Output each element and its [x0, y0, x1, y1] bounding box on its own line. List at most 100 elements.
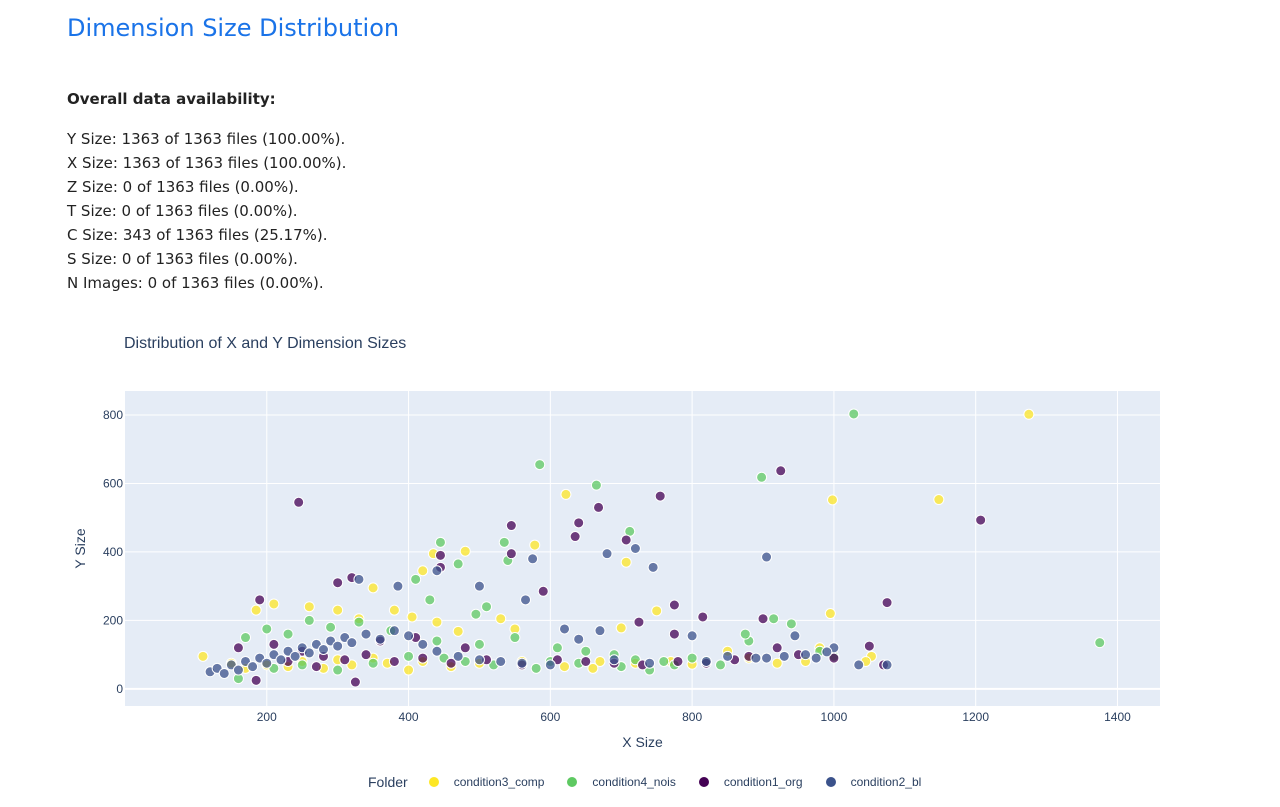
data-point [590, 479, 602, 491]
data-point [388, 655, 400, 667]
legend-item[interactable]: condition3_comp [427, 775, 544, 789]
data-point [254, 594, 266, 606]
data-point [697, 611, 709, 623]
y-tick-label: 800 [103, 408, 123, 422]
data-point [573, 517, 585, 529]
data-point [853, 659, 865, 671]
data-point [452, 625, 464, 637]
data-point [520, 594, 532, 606]
data-point [516, 657, 528, 669]
data-point [240, 632, 252, 644]
data-point [349, 676, 361, 688]
data-point [629, 543, 641, 554]
data-point [481, 601, 493, 613]
scatter-chart[interactable]: 200 400 600 800 1000 1200 1400 0 200 400 600 800 X S… [0, 0, 1280, 807]
data-point [473, 580, 485, 592]
data-point [1023, 408, 1035, 420]
data-point [771, 642, 783, 654]
data-point [615, 622, 627, 634]
legend-item[interactable]: condition1_org [697, 775, 803, 789]
legend-item[interactable]: condition2_bl [824, 775, 922, 789]
data-point [332, 664, 344, 676]
data-point [250, 604, 262, 616]
data-point [654, 490, 666, 502]
data-point [232, 642, 244, 654]
data-point [551, 642, 563, 654]
y-tick-label: 400 [103, 545, 123, 559]
data-point [353, 616, 365, 628]
y-tick-label: 200 [103, 613, 123, 627]
legend-marker-icon [824, 776, 837, 788]
x-tick-label: 200 [257, 710, 277, 724]
data-point [559, 623, 571, 635]
data-point [325, 621, 337, 633]
data-point [933, 494, 945, 506]
data-point [417, 652, 429, 664]
data-point [367, 657, 379, 669]
data-point [785, 618, 797, 630]
data-point [388, 625, 400, 637]
data-point [778, 650, 790, 662]
legend-label: condition2_bl [850, 775, 922, 789]
legend-label: condition1_org [723, 775, 803, 789]
data-point [367, 582, 379, 594]
chart-legend: Folder condition3_comp condition4_nois c… [368, 774, 943, 790]
data-point [756, 471, 768, 483]
data-point [434, 549, 446, 561]
data-point [360, 649, 372, 661]
data-point [473, 638, 485, 650]
data-point [601, 548, 613, 560]
data-point [644, 657, 656, 669]
data-point [403, 664, 415, 676]
y-tick-label: 0 [116, 682, 123, 696]
data-point [700, 655, 712, 667]
data-point [824, 608, 836, 620]
data-point [848, 408, 860, 420]
y-tick-label: 600 [103, 476, 123, 490]
data-point [410, 573, 422, 585]
x-tick-label: 800 [682, 710, 702, 724]
data-point [275, 654, 287, 666]
data-point [810, 652, 822, 664]
data-point [498, 536, 510, 548]
legend-marker-icon [697, 776, 710, 788]
data-point [800, 649, 812, 661]
data-point [424, 594, 436, 606]
data-point [218, 667, 230, 679]
data-point [761, 551, 773, 563]
data-point [417, 638, 429, 650]
data-point [303, 601, 315, 613]
data-point [495, 655, 507, 667]
data-point [459, 642, 471, 654]
data-point [431, 645, 443, 657]
data-point [282, 628, 294, 640]
data-point [608, 654, 620, 666]
data-point [403, 630, 415, 642]
legend-title: Folder [368, 774, 408, 790]
data-point [303, 647, 315, 659]
y-axis-label: Y Size [72, 528, 88, 568]
data-point [686, 630, 698, 642]
data-point [620, 556, 632, 568]
data-point [261, 657, 273, 669]
data-point [775, 465, 787, 477]
data-point [768, 613, 780, 625]
data-point [739, 628, 751, 640]
data-point [826, 494, 838, 506]
x-tick-label: 1200 [962, 710, 989, 724]
data-point [527, 553, 539, 565]
data-point [647, 561, 659, 573]
data-point [975, 514, 987, 526]
data-point [495, 613, 507, 625]
legend-item[interactable]: condition4_nois [566, 775, 676, 789]
data-point [317, 644, 329, 656]
data-point [757, 613, 769, 625]
legend-marker-icon [427, 776, 440, 788]
data-point [332, 640, 344, 652]
data-point [560, 488, 572, 500]
data-point [289, 650, 301, 662]
data-point [353, 573, 365, 585]
data-point [459, 545, 471, 557]
legend-marker-icon [566, 776, 579, 788]
data-point [881, 659, 893, 671]
